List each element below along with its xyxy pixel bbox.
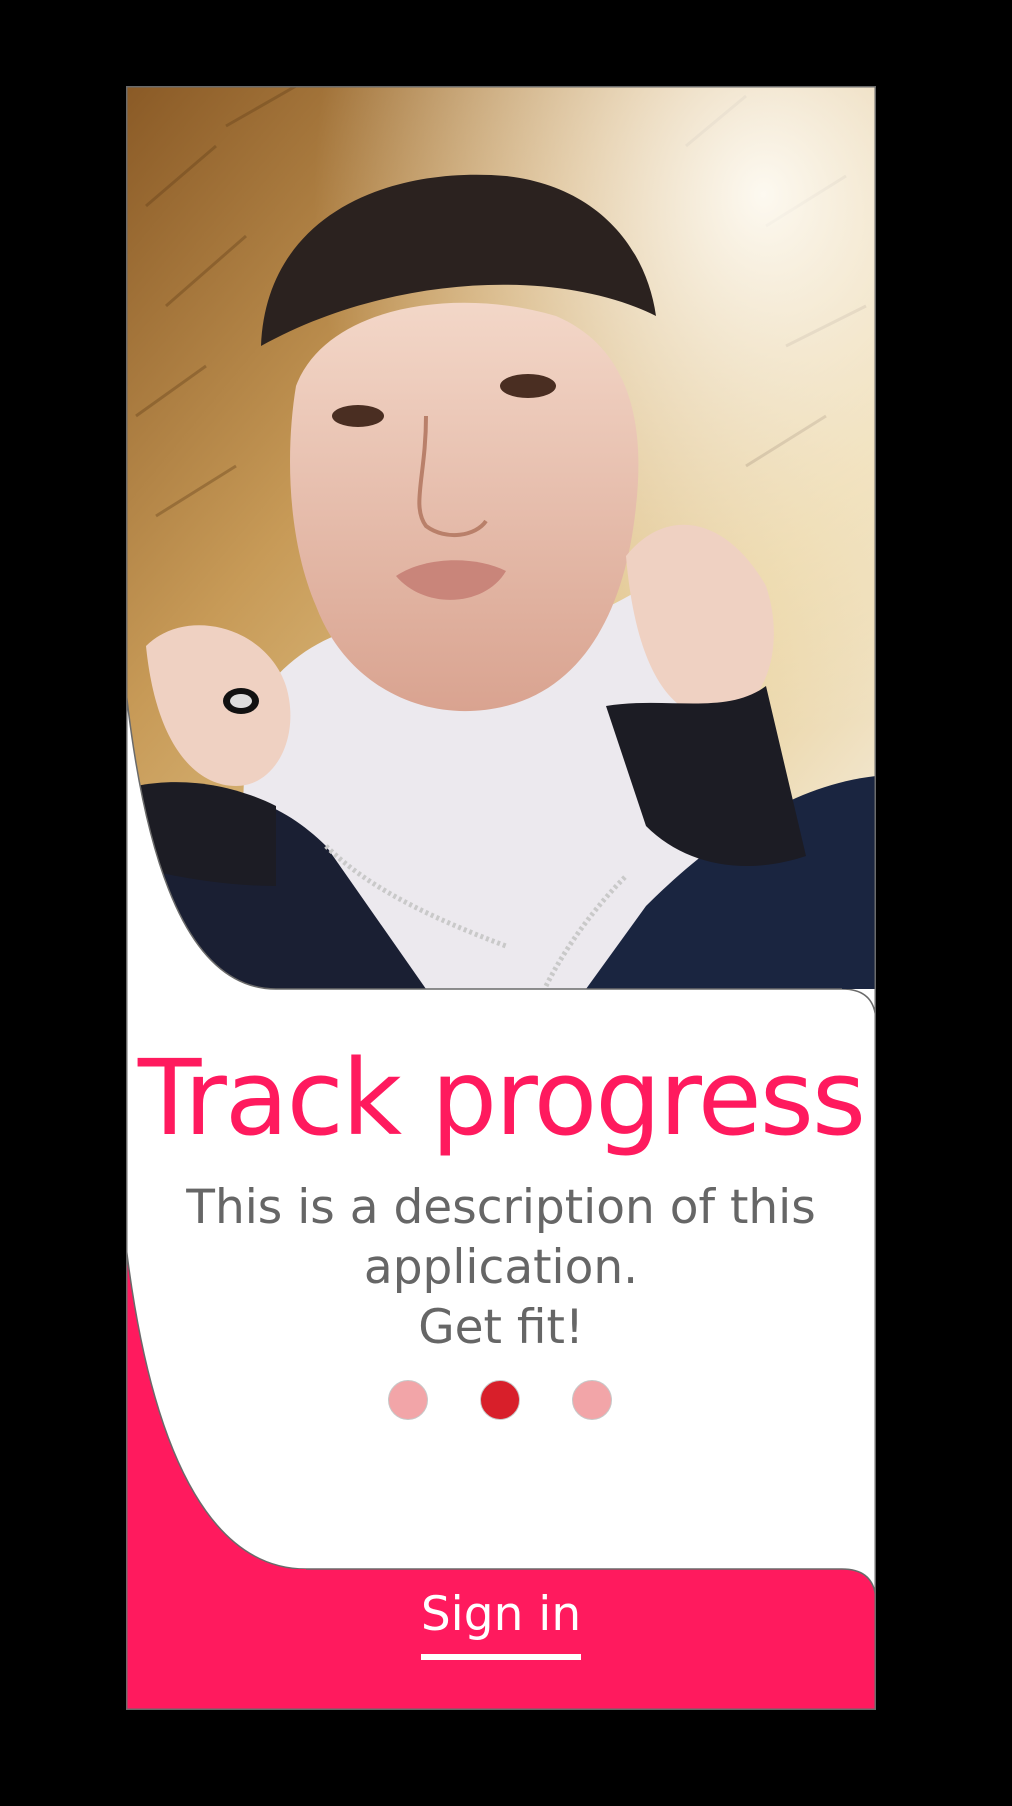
sign-in-area: Sign in [126, 1591, 876, 1660]
screen-background [126, 86, 876, 1710]
onboarding-screen: Track progress This is a description of … [126, 86, 876, 1710]
page-indicator-dot[interactable] [572, 1380, 612, 1420]
page-indicator-dot[interactable] [480, 1380, 520, 1420]
page-indicator-dot[interactable] [388, 1380, 428, 1420]
description-line: application. [363, 1240, 639, 1295]
description-line: Get fit! [418, 1300, 584, 1355]
page-title: Track progress [137, 1037, 866, 1159]
app-description: This is a description of this applicatio… [186, 1178, 816, 1358]
hero-photo [126, 86, 876, 989]
page-indicator [126, 1380, 876, 1422]
sign-in-button[interactable]: Sign in [420, 1591, 582, 1660]
description-line: This is a description of this [186, 1180, 816, 1235]
